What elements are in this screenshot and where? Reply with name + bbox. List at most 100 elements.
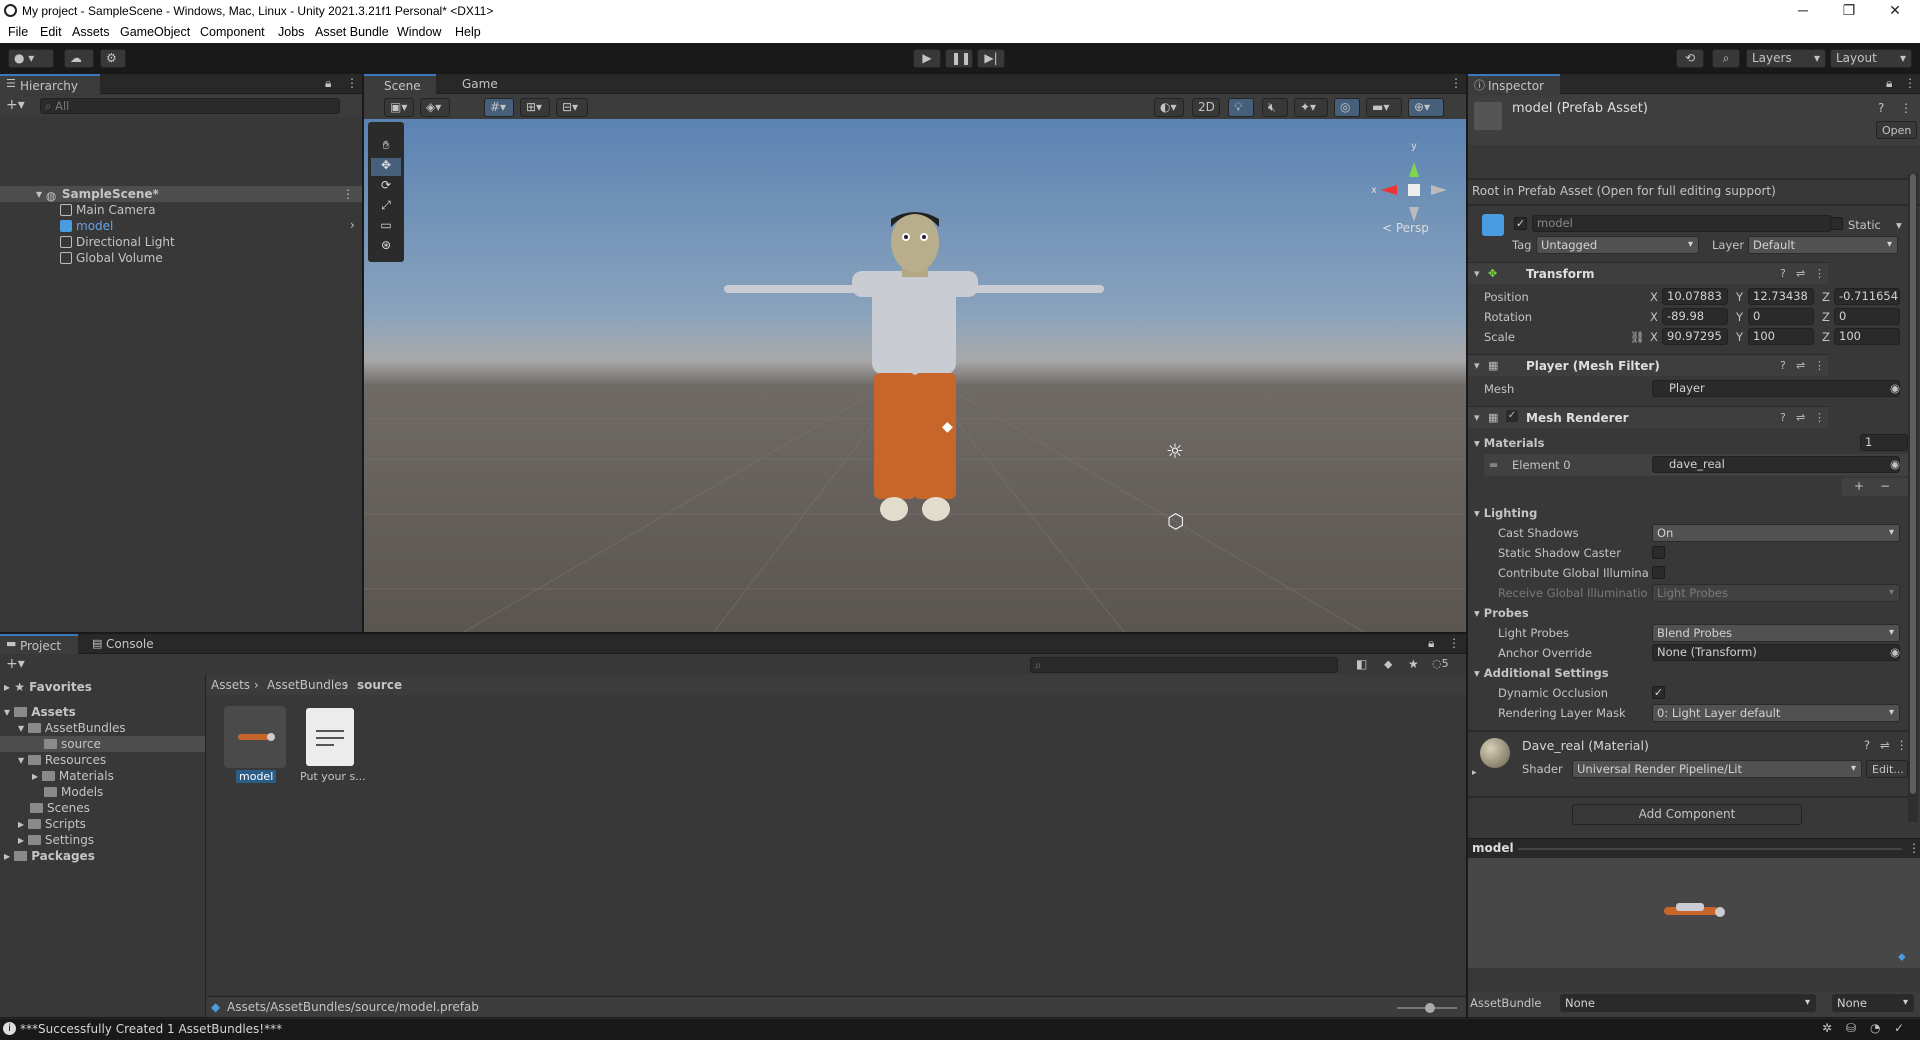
additional-settings-foldout[interactable]: ▾ Additional Settings [1474, 666, 1609, 680]
shader-dropdown[interactable]: Universal Render Pipeline/Lit [1572, 760, 1862, 778]
rotation-x-field[interactable]: -89.98 [1662, 308, 1728, 325]
audio-toggle-icon[interactable]: 🔇︎ [1262, 98, 1288, 117]
favorite-star-icon[interactable]: ★ [1408, 657, 1419, 671]
asset-model-thumbnail[interactable] [224, 706, 286, 768]
play-button[interactable]: ▶ [913, 49, 941, 68]
breadcrumb-assetbundles[interactable]: AssetBundles [267, 678, 348, 692]
lock-icon[interactable]: 🔒︎ [325, 76, 331, 91]
asset-text-file-icon[interactable] [306, 708, 354, 766]
menu-window[interactable]: Window [397, 25, 441, 39]
gameobject-name-field[interactable]: model [1532, 215, 1832, 232]
constrain-proportions-icon[interactable]: ⛓ [1630, 330, 1645, 344]
chevron-down-icon[interactable]: ▾ [1896, 218, 1902, 232]
step-button[interactable]: ▶| [977, 49, 1005, 68]
menu-edit[interactable]: Edit [40, 25, 62, 39]
hierarchy-item-global-volume[interactable]: Global Volume [60, 250, 163, 266]
probes-foldout[interactable]: ▾ Probes [1474, 606, 1529, 620]
object-picker-icon[interactable]: ◉ [1890, 381, 1900, 395]
tree-assets[interactable]: ▾ Assets [4, 704, 76, 720]
collapse-icon[interactable]: ▾ [1474, 267, 1480, 280]
grid-dropdown[interactable]: ⊞▾ [520, 98, 550, 117]
tree-scenes[interactable]: Scenes [30, 800, 90, 816]
camera-mode-dropdown[interactable]: ◐▾ [1154, 98, 1184, 117]
open-prefab-button[interactable]: Open [1876, 121, 1918, 139]
search-by-type-icon[interactable]: ◧ [1356, 657, 1367, 671]
move-tool-icon[interactable]: ✥ [371, 158, 401, 176]
project-search-input[interactable]: ⌕ [1030, 657, 1338, 673]
scene-menu-icon[interactable]: ⋮ [342, 186, 354, 202]
model-preview[interactable]: ⬥ [1468, 858, 1920, 968]
close-icon[interactable]: ✕ [1872, 0, 1918, 22]
cast-shadows-dropdown[interactable]: On [1652, 524, 1900, 542]
component-menu-icon[interactable]: ⋮ [1814, 267, 1825, 280]
position-y-field[interactable]: 12.73438 [1748, 288, 1814, 305]
hierarchy-item-directional-light[interactable]: Directional Light [60, 234, 175, 250]
hidden-objects-icon[interactable]: ◎ [1334, 98, 1360, 117]
cloud-icon[interactable]: ☁ [64, 49, 94, 68]
hierarchy-item-main-camera[interactable]: Main Camera [60, 202, 156, 218]
position-z-field[interactable]: -0.711654 [1834, 288, 1900, 305]
drag-handle-icon[interactable]: ═ [1490, 458, 1497, 472]
menu-gameobject[interactable]: GameObject [120, 25, 190, 39]
hand-tool-icon[interactable]: ✋︎ [371, 138, 401, 156]
2d-toggle[interactable]: 2D [1192, 98, 1220, 117]
help-icon[interactable]: ? [1864, 738, 1870, 752]
chevron-right-icon[interactable]: › [350, 218, 355, 232]
kebab-menu-icon[interactable]: ⋮ [1450, 76, 1462, 90]
remove-icon[interactable]: − [1880, 479, 1890, 493]
component-menu-icon[interactable]: ⋮ [1896, 738, 1908, 752]
edit-shader-button[interactable]: Edit... [1866, 760, 1908, 778]
gizmos-dropdown[interactable]: ⊕▾ [1408, 98, 1444, 117]
preview-header[interactable]: model ⋮ [1468, 838, 1920, 858]
assetbundle-dropdown[interactable]: None [1560, 994, 1816, 1012]
component-menu-icon[interactable]: ⋮ [1814, 359, 1825, 372]
maximize-icon[interactable]: ❐ [1826, 0, 1872, 22]
rendering-layer-mask-dropdown[interactable]: 0: Light Layer default [1652, 704, 1900, 722]
mesh-object-field[interactable]: Player [1652, 380, 1900, 397]
light-probes-dropdown[interactable]: Blend Probes [1652, 624, 1900, 642]
materials-foldout[interactable]: ▾ Materials [1474, 436, 1544, 450]
kebab-menu-icon[interactable]: ⋮ [346, 76, 358, 90]
rect-tool-icon[interactable]: ▭ [371, 218, 401, 236]
presets-icon[interactable]: ⇌ [1880, 738, 1890, 752]
add-icon[interactable]: + [1854, 479, 1864, 493]
position-x-field[interactable]: 10.07883 [1662, 288, 1728, 305]
collapse-icon[interactable]: ▾ [1474, 411, 1480, 424]
static-checkbox[interactable] [1830, 217, 1843, 230]
snap-increment-dropdown[interactable]: ⊟▾ [556, 98, 588, 117]
search-icon[interactable]: ⌕ [1712, 49, 1740, 68]
orientation-gizmo[interactable]: y x [1369, 137, 1459, 227]
settings-icon[interactable]: ⋮ [1900, 101, 1912, 115]
assetbundle-variant-dropdown[interactable]: None [1832, 994, 1914, 1012]
history-icon[interactable]: ⟲ [1676, 49, 1704, 68]
anchor-override-field[interactable]: None (Transform) [1652, 644, 1900, 661]
static-shadow-caster-checkbox[interactable] [1652, 546, 1665, 559]
hierarchy-search-input[interactable]: ⌕ All [40, 98, 340, 114]
breadcrumb-assets[interactable]: Assets [211, 678, 250, 692]
collapse-icon[interactable]: ▾ [1474, 359, 1480, 372]
tree-favorites[interactable]: ▸ ★ Favorites [4, 679, 92, 695]
kebab-menu-icon[interactable]: ⋮ [1448, 636, 1460, 650]
minimize-icon[interactable]: ─ [1780, 0, 1826, 22]
character-model[interactable] [724, 209, 1104, 529]
layout-dropdown[interactable]: Layout ▾ [1830, 49, 1912, 68]
tag-dropdown[interactable]: Untagged [1536, 236, 1699, 254]
expand-icon[interactable]: ▸ [1472, 768, 1477, 778]
object-picker-icon[interactable]: ◉ [1890, 457, 1900, 471]
contribute-gi-checkbox[interactable] [1652, 566, 1665, 579]
layer-dropdown[interactable]: Default [1748, 236, 1898, 254]
render-mode-dropdown[interactable]: ◈▾ [420, 98, 450, 117]
help-icon[interactable]: ? [1780, 411, 1786, 424]
presets-icon[interactable]: ⇌ [1796, 267, 1805, 280]
tree-resources[interactable]: ▾ Resources [18, 752, 106, 768]
check-icon[interactable]: ✓ [1894, 1021, 1904, 1035]
menu-jobs[interactable]: Jobs [278, 25, 304, 39]
add-icon[interactable]: +▾ [6, 97, 25, 113]
menu-file[interactable]: File [8, 25, 28, 39]
add-component-button[interactable]: Add Component [1572, 804, 1802, 825]
progress-icon[interactable]: ◔ [1870, 1021, 1880, 1035]
tree-source[interactable]: source [0, 736, 205, 752]
draw-mode-dropdown[interactable]: ▣▾ [384, 98, 414, 117]
inspector-scrollbar[interactable] [1908, 174, 1918, 822]
hierarchy-item-model[interactable]: model [60, 218, 113, 234]
